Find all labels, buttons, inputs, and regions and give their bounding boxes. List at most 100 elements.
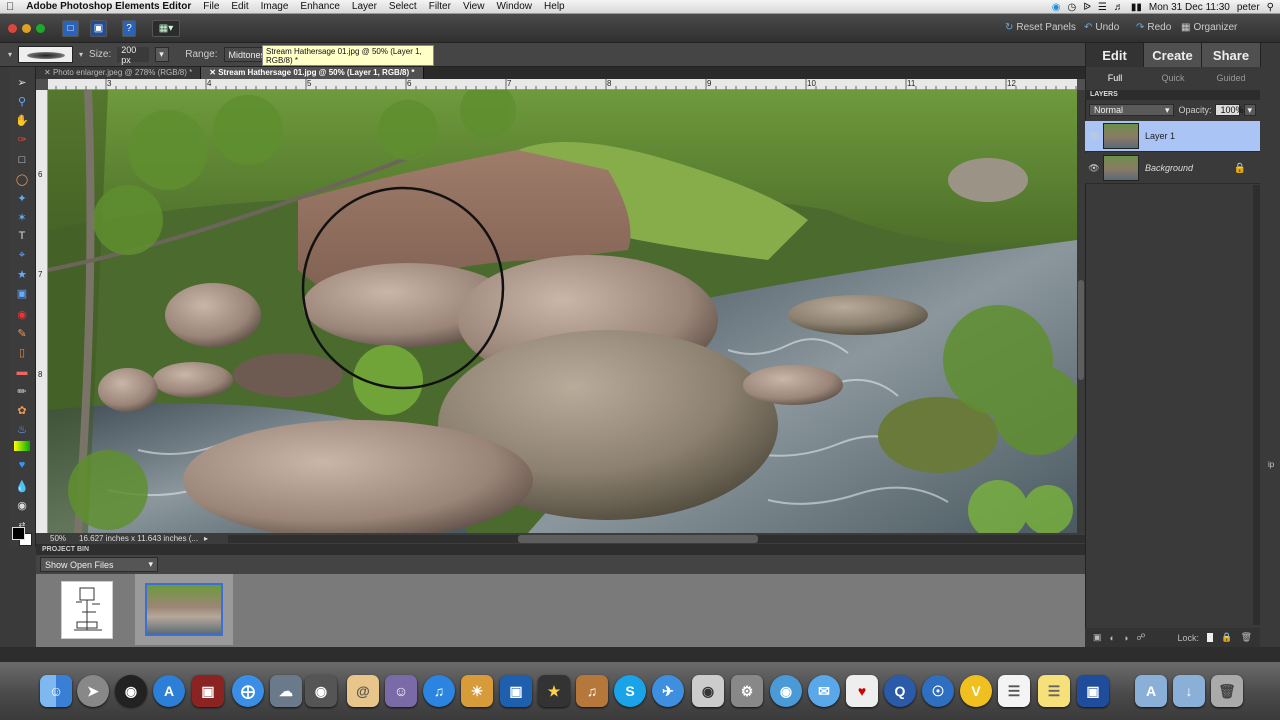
tab-photo-enlarger[interactable]: ✕ Photo enlarger.jpeg @ 278% (RGB/8) * (36, 67, 202, 79)
dvd-player-icon[interactable]: ◉ (770, 675, 802, 707)
paint-bucket-icon[interactable]: ♨ (14, 422, 30, 436)
brush-tool-icon[interactable]: ✏ (14, 384, 30, 398)
save-icon[interactable]: ▣ (90, 20, 107, 37)
arrange-documents-icon[interactable]: ▦▾ (152, 20, 180, 37)
new-layer-icon[interactable]: ▣ (1093, 632, 1102, 643)
document-image[interactable] (48, 90, 1077, 533)
brush-preview[interactable] (18, 46, 74, 63)
solitaire-icon[interactable]: ♥ (846, 675, 878, 707)
quicktime-icon[interactable]: Q (884, 675, 916, 707)
menu-select[interactable]: Select (383, 1, 423, 12)
gradient-tool-icon[interactable] (14, 441, 30, 451)
tab-edit[interactable]: Edit (1086, 43, 1144, 67)
launchpad-icon[interactable]: ➤ (77, 675, 109, 707)
lasso-tool-icon[interactable]: ◯ (14, 172, 30, 186)
sponge-tool-icon[interactable]: ◉ (14, 498, 30, 512)
lock-transparency-icon[interactable] (1207, 633, 1214, 642)
zoom-tool-icon[interactable]: ⚲ (14, 94, 30, 108)
delete-layer-icon[interactable]: 🗑 (1241, 632, 1252, 643)
battery-icon[interactable]: ▮▮ (1131, 2, 1142, 13)
shape-tool-icon[interactable]: ♥ (14, 458, 30, 472)
textedit-icon[interactable]: ☰ (998, 675, 1030, 707)
finder-icon[interactable]: ☺ (40, 675, 72, 707)
tab-share[interactable]: Share (1202, 43, 1261, 67)
address-book-icon[interactable]: ☺ (385, 675, 417, 707)
system-preferences-icon[interactable]: ⚙ (731, 675, 763, 707)
layer-row-layer1[interactable]: 👁 Layer 1 (1085, 121, 1260, 152)
menu-window[interactable]: Window (490, 1, 538, 12)
screenshot-icon[interactable]: ◉ (692, 675, 724, 707)
smart-brush-icon[interactable]: ✿ (14, 403, 30, 417)
eraser-tool-icon[interactable]: ▬ (14, 365, 30, 379)
volume-icon[interactable]: ♬ (1114, 2, 1124, 13)
skype-status-icon[interactable]: ◉ (1052, 2, 1061, 13)
horizontal-scroll-thumb[interactable] (518, 534, 759, 543)
tool-preset-icon[interactable]: ▾ (8, 50, 12, 59)
tab-stream-hathersage[interactable]: ✕ Stream Hathersage 01.jpg @ 50% (Layer … (201, 67, 424, 79)
menu-help[interactable]: Help (538, 1, 571, 12)
time-machine-icon[interactable]: ◷ (1067, 2, 1076, 13)
quick-selection-tool-icon[interactable]: ✦ (14, 191, 30, 205)
visibility-eye-icon[interactable]: 👁 (1085, 131, 1103, 142)
iphoto-icon[interactable]: ☀ (461, 675, 493, 707)
opacity-field[interactable]: 100% (1215, 104, 1244, 116)
vlc-icon[interactable]: V (960, 675, 992, 707)
menu-filter[interactable]: Filter (423, 1, 457, 12)
photoshop-elements-icon[interactable]: ▣ (500, 675, 532, 707)
undo-button[interactable]: ↶ Undo (1084, 22, 1119, 33)
apple-menu-icon[interactable]:  (0, 1, 20, 13)
bluetooth-icon[interactable]: ᐉ (1083, 2, 1091, 13)
preview-icon[interactable]: ☁ (270, 675, 302, 707)
move-tool-icon[interactable]: ➢ (14, 75, 30, 89)
tab-create[interactable]: Create (1144, 43, 1202, 67)
photo-booth-icon[interactable]: ▣ (192, 675, 224, 707)
blend-mode-select[interactable]: Normal ▾ (1089, 104, 1175, 116)
brush-picker-icon[interactable]: ▾ (79, 50, 83, 59)
size-field[interactable]: 200 px (117, 45, 150, 65)
bin-thumbnail-stream[interactable] (135, 574, 233, 645)
magic-wand-icon[interactable]: ✶ (14, 210, 30, 224)
link-icon[interactable]: ☍ (1136, 632, 1145, 643)
bin-thumbnail-photo-enlarger[interactable] (61, 581, 113, 639)
menu-enhance[interactable]: Enhance (294, 1, 345, 12)
show-files-select[interactable]: Show Open Files ▾ (40, 557, 158, 572)
subtab-quick[interactable]: Quick (1144, 67, 1202, 89)
red-eye-tool-icon[interactable]: ◉ (14, 307, 30, 321)
foreground-color-swatch[interactable] (12, 527, 25, 540)
reset-panels-button[interactable]: ↻ Reset Panels (1005, 22, 1076, 33)
airmail-icon[interactable]: ✈ (652, 675, 684, 707)
skype-icon[interactable]: S (614, 675, 646, 707)
minimize-window-button[interactable] (22, 24, 31, 33)
mask-icon[interactable]: ◑ (1123, 633, 1128, 643)
menu-layer[interactable]: Layer (346, 1, 383, 12)
user-name[interactable]: peter (1237, 2, 1260, 13)
trash-icon[interactable]: 🗑 (1211, 675, 1243, 707)
visibility-eye-icon[interactable]: 👁 (1085, 163, 1103, 174)
hand-tool-icon[interactable]: ✋ (14, 113, 30, 127)
marquee-tool-icon[interactable]: □ (14, 153, 30, 167)
app-store-icon[interactable]: A (153, 675, 185, 707)
menu-file[interactable]: File (197, 1, 225, 12)
vertical-scrollbar[interactable] (1077, 90, 1085, 533)
wifi-icon[interactable]: ☰ (1098, 2, 1107, 13)
safari-icon[interactable]: ⨁ (232, 675, 264, 707)
subtab-guided[interactable]: Guided (1202, 67, 1260, 89)
clock[interactable]: Mon 31 Dec 11:30 (1149, 2, 1230, 13)
google-earth-icon[interactable]: ☉ (922, 675, 954, 707)
right-panel-scrollbar[interactable] (1253, 185, 1260, 625)
menu-view[interactable]: View (457, 1, 491, 12)
garageband-icon[interactable]: ♫ (576, 675, 608, 707)
new-adjustment-layer-icon[interactable]: ◐ (1110, 633, 1115, 643)
photoshop-elements-editor-icon[interactable]: ▣ (1077, 675, 1109, 707)
downloads-folder-icon[interactable]: ↓ (1173, 675, 1205, 707)
imovie-icon[interactable]: ★ (538, 675, 570, 707)
opacity-slider-toggle[interactable]: ▾ (1244, 104, 1256, 116)
clone-stamp-icon[interactable]: ▯ (14, 345, 30, 359)
menu-image[interactable]: Image (255, 1, 295, 12)
type-tool-icon[interactable]: T (14, 229, 30, 243)
close-tab-icon[interactable]: ✕ (209, 68, 218, 77)
applications-folder-icon[interactable]: A (1135, 675, 1167, 707)
spotlight-icon[interactable]: ⚲ (1267, 2, 1274, 13)
itunes-icon[interactable]: ♫ (423, 675, 455, 707)
app-menu[interactable]: Adobe Photoshop Elements Editor (20, 1, 197, 12)
